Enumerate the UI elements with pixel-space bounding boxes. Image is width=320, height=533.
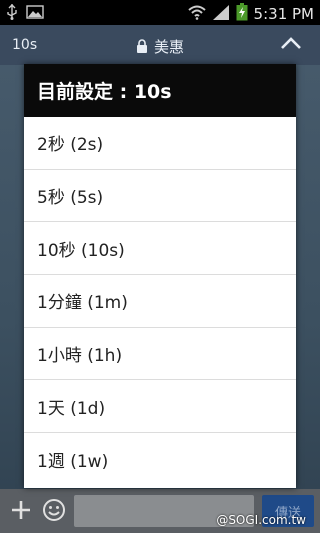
lock-icon — [136, 39, 148, 58]
chat-title: 美惠 — [0, 36, 320, 58]
plus-icon[interactable] — [10, 499, 32, 525]
option-list: 2秒 (2s) 5秒 (5s) 10秒 (10s) 1分鐘 (1m) 1小時 (… — [24, 117, 296, 486]
status-bar: 5:31 PM — [0, 0, 320, 25]
status-time: 5:31 PM — [253, 5, 314, 23]
option-5s[interactable]: 5秒 (5s) — [24, 170, 296, 223]
option-1d[interactable]: 1天 (1d) — [24, 380, 296, 434]
option-2s[interactable]: 2秒 (2s) — [24, 117, 296, 170]
usb-icon — [6, 4, 18, 24]
dialog-title: 目前設定 : 10s — [24, 64, 296, 117]
option-1m[interactable]: 1分鐘 (1m) — [24, 275, 296, 328]
battery-charging-icon — [236, 3, 248, 25]
option-1h[interactable]: 1小時 (1h) — [24, 328, 296, 381]
chat-title-text: 美惠 — [153, 38, 184, 56]
image-icon — [26, 5, 44, 23]
chat-header: 10s 美惠 — [0, 25, 320, 65]
chevron-up-icon[interactable] — [280, 35, 302, 55]
watermark: @SOGI.com.tw — [216, 513, 306, 527]
emoji-icon[interactable] — [42, 498, 66, 526]
signal-icon — [212, 4, 230, 24]
option-1w[interactable]: 1週 (1w) — [24, 433, 296, 486]
wifi-icon — [187, 4, 206, 24]
timer-dialog: 目前設定 : 10s 2秒 (2s) 5秒 (5s) 10秒 (10s) 1分鐘… — [24, 64, 296, 488]
option-10s[interactable]: 10秒 (10s) — [24, 222, 296, 276]
